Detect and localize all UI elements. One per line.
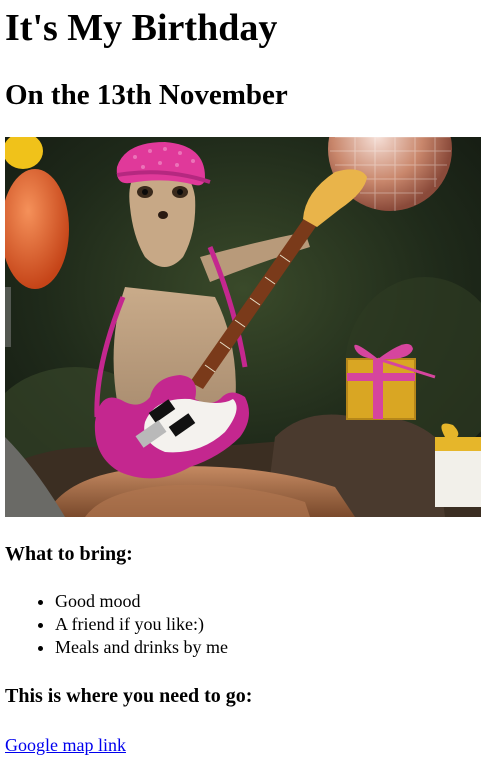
meerkat-guitar-party-photo [5,137,481,517]
google-map-link[interactable]: Google map link [5,735,126,755]
page-subtitle: On the 13th November [5,79,288,111]
bring-list: Good mood A friend if you like:) Meals a… [5,590,487,659]
page-title: It's My Birthday [5,7,278,49]
location-heading: This is where you need to go: [5,685,253,707]
what-to-bring-heading: What to bring: [5,543,133,565]
list-item: Meals and drinks by me [55,636,487,659]
page: It's My Birthday On the 13th November Wh… [0,6,492,757]
link-paragraph: Google map link [5,734,487,757]
list-item: Good mood [55,590,487,613]
list-item: A friend if you like:) [55,613,487,636]
